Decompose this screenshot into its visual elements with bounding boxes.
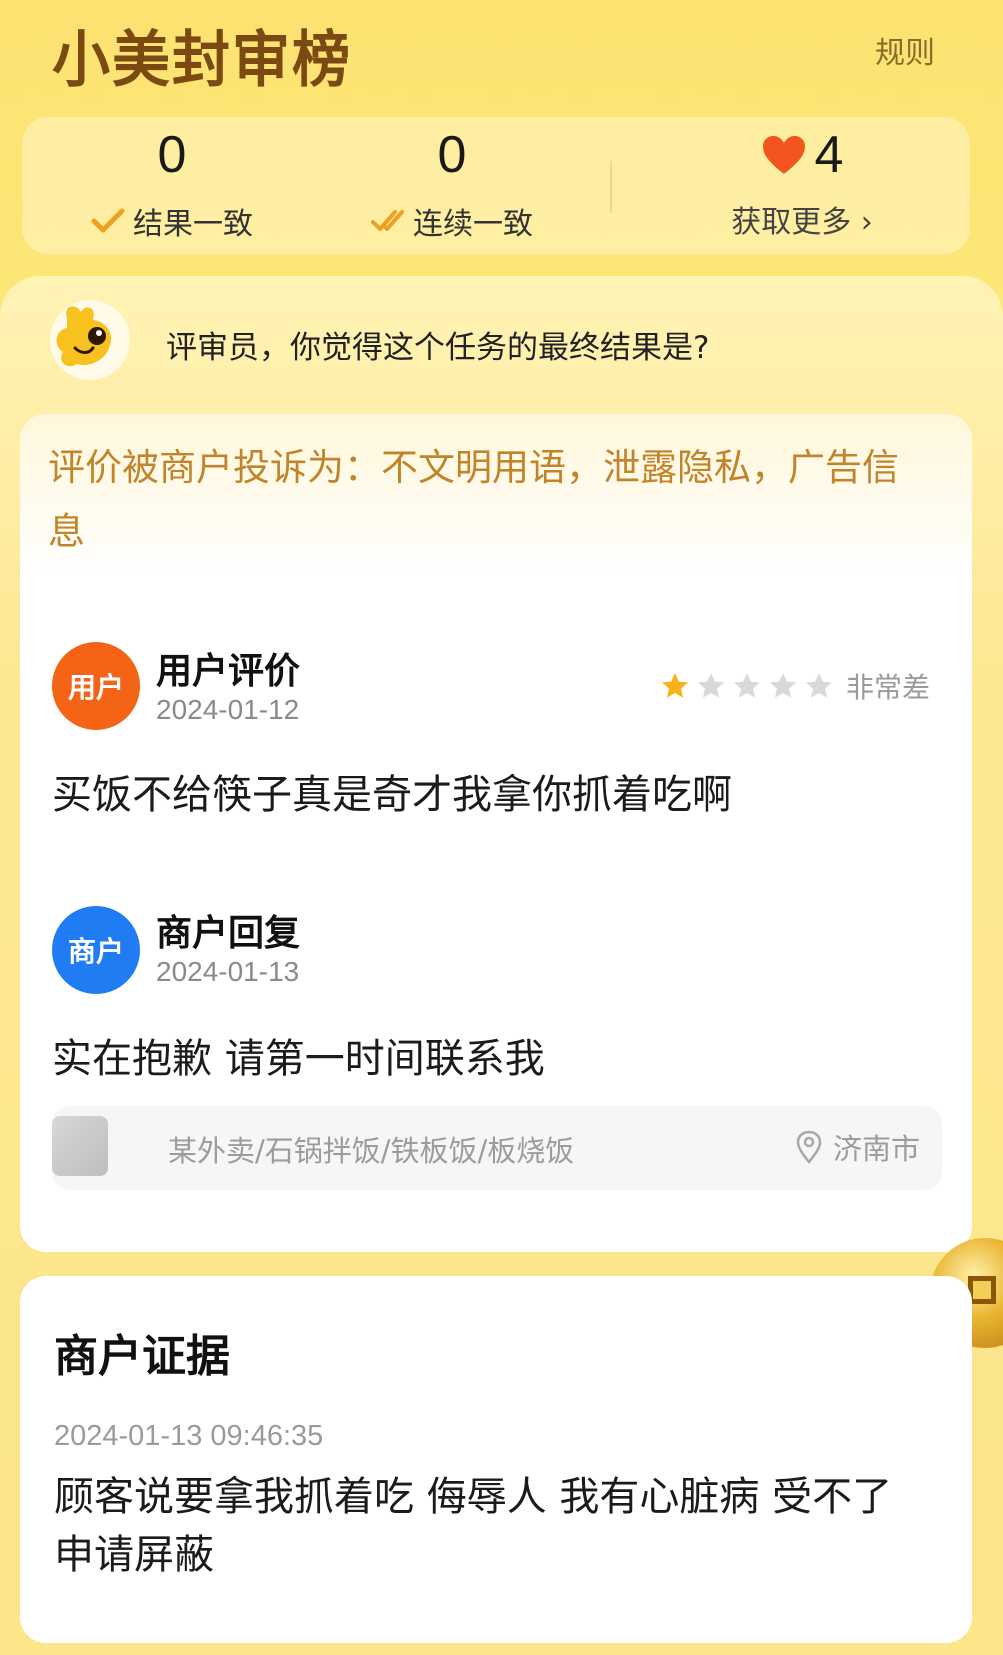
stat-consistent-result-label: 结果一致: [133, 207, 253, 242]
evidence-title: 商户证据: [54, 1331, 230, 1382]
review-date: 2024-01-12: [156, 694, 300, 725]
star-icon: [769, 673, 796, 698]
star-icon: [733, 673, 760, 698]
store-location: 济南市: [795, 1126, 920, 1168]
evidence-card: 商户证据 2024-01-13 09:46:35 顾客说要拿我抓着吃 侮辱人 我…: [20, 1276, 972, 1643]
stats-bar: 0 结果一致 0 连续一致 4 获取更多 ›: [22, 117, 970, 254]
question-text: 评审员，你觉得这个任务的最终结果是?: [166, 330, 710, 366]
review-text: 买饭不给筷子真是奇才我拿你抓着吃啊: [52, 772, 732, 818]
star-icon: [805, 673, 832, 698]
location-icon: [796, 1130, 822, 1164]
rating-label: 非常差: [845, 671, 930, 704]
star-icon: [661, 673, 688, 698]
review-title: 用户评价: [156, 651, 301, 692]
rating-stars: 非常差: [660, 666, 930, 706]
store-thumbnail: [52, 1116, 108, 1176]
get-more-link[interactable]: 获取更多 ›: [652, 197, 952, 241]
stat-streak-consistent-value: 0: [437, 126, 467, 184]
store-name: 某外卖/石锅拌饭/铁板饭/板烧饭: [168, 1134, 575, 1168]
stat-consistent-result-value: 0: [157, 126, 187, 184]
double-check-icon: [371, 210, 404, 231]
header: 小美封审榜 规则: [0, 0, 1003, 110]
rules-link[interactable]: 规则: [875, 28, 935, 72]
complaint-banner: 评价被商户投诉为：不文明用语，泄露隐私，广告信 息: [20, 414, 972, 574]
evidence-time: 2024-01-13 09:46:35: [54, 1420, 324, 1452]
mascot-icon: [50, 300, 130, 380]
stat-streak-consistent-label: 连续一致: [413, 207, 533, 242]
reply-title: 商户回复: [156, 913, 301, 954]
store-info-row[interactable]: 某外卖/石锅拌饭/铁板饭/板烧饭 济南市: [52, 1106, 942, 1190]
complaint-text-line1: 评价被商户投诉为：不文明用语，泄露隐私，广告信: [48, 446, 899, 489]
evidence-text: 顾客说要拿我抓着吃 侮辱人 我有心脏病 受不了 申请屏蔽: [54, 1474, 893, 1578]
complaint-text-line2: 息: [48, 510, 85, 553]
stats-divider: [610, 161, 612, 213]
stat-hearts-row: 4: [652, 125, 952, 185]
app-title: 小美封审榜: [52, 23, 353, 95]
stat-streak-consistent-label-row: 连续一致: [302, 199, 602, 243]
stat-consistent-result: 0 结果一致: [22, 117, 322, 254]
check-icon: [91, 208, 125, 233]
user-avatar: 用户: [52, 642, 140, 730]
stat-streak-consistent: 0 连续一致: [302, 117, 602, 254]
store-location-text: 济南市: [832, 1132, 920, 1166]
review-card: 评价被商户投诉为：不文明用语，泄露隐私，广告信 息 用户 用户评价 2024-0…: [20, 414, 972, 1252]
merchant-avatar: 商户: [52, 906, 140, 994]
heart-icon: [762, 136, 805, 174]
star-icon: [697, 673, 724, 698]
stat-consistent-result-label-row: 结果一致: [22, 199, 322, 243]
coin-hole: [968, 1276, 996, 1304]
reply-date: 2024-01-13: [156, 956, 300, 987]
stat-hearts-value: 4: [814, 126, 844, 184]
stat-hearts[interactable]: 4 获取更多 ›: [652, 117, 952, 254]
reply-text: 实在抱歉 请第一时间联系我: [52, 1036, 545, 1082]
